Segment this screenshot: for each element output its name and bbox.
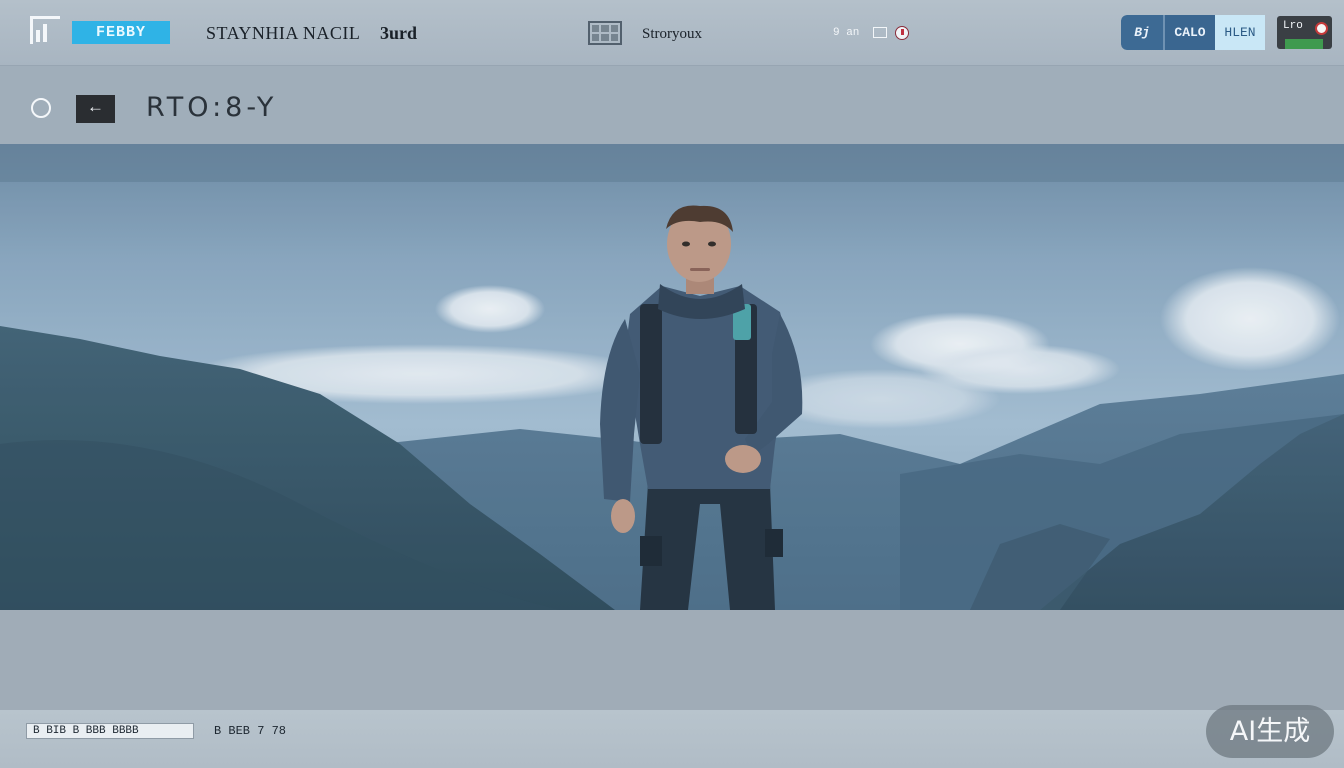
hero-image [0, 144, 1344, 610]
footer-text: B BEB 7 78 [214, 724, 287, 738]
segmented-control: Bj CALO HLEN [1121, 15, 1265, 50]
status-box-icon [873, 27, 887, 38]
app-logo-icon[interactable] [30, 16, 60, 44]
corner-widget-indicator [1285, 39, 1323, 49]
page-title: RTO:8-Y [146, 92, 278, 123]
status-text: 9 an [833, 27, 860, 39]
nav-center-link[interactable]: Stroryoux [642, 26, 702, 43]
nav-title[interactable]: STAYNHIA NACIL [206, 23, 360, 44]
hero-illustration [0, 144, 1344, 610]
ai-generated-badge: AI生成 [1206, 705, 1334, 758]
segment-button-2[interactable]: CALO [1163, 15, 1215, 50]
record-icon[interactable] [1315, 22, 1328, 35]
content-panel [0, 610, 1344, 710]
back-icon[interactable]: ← [76, 95, 115, 123]
footer-field[interactable]: B BIB B BBB BBBB [26, 723, 194, 739]
grid-icon[interactable] [588, 21, 622, 45]
footer-bar [0, 710, 1344, 768]
corner-widget[interactable]: Lro [1277, 16, 1332, 49]
segment-button-1[interactable]: Bj [1121, 15, 1163, 50]
segment-button-3[interactable]: HLEN [1215, 15, 1265, 50]
brand-badge[interactable]: FEBBY [72, 21, 170, 44]
radio-icon[interactable] [31, 98, 51, 118]
nav-suffix[interactable]: 3urd [380, 23, 417, 44]
status-alert-icon[interactable] [895, 26, 909, 40]
corner-widget-label: Lro [1283, 20, 1303, 32]
